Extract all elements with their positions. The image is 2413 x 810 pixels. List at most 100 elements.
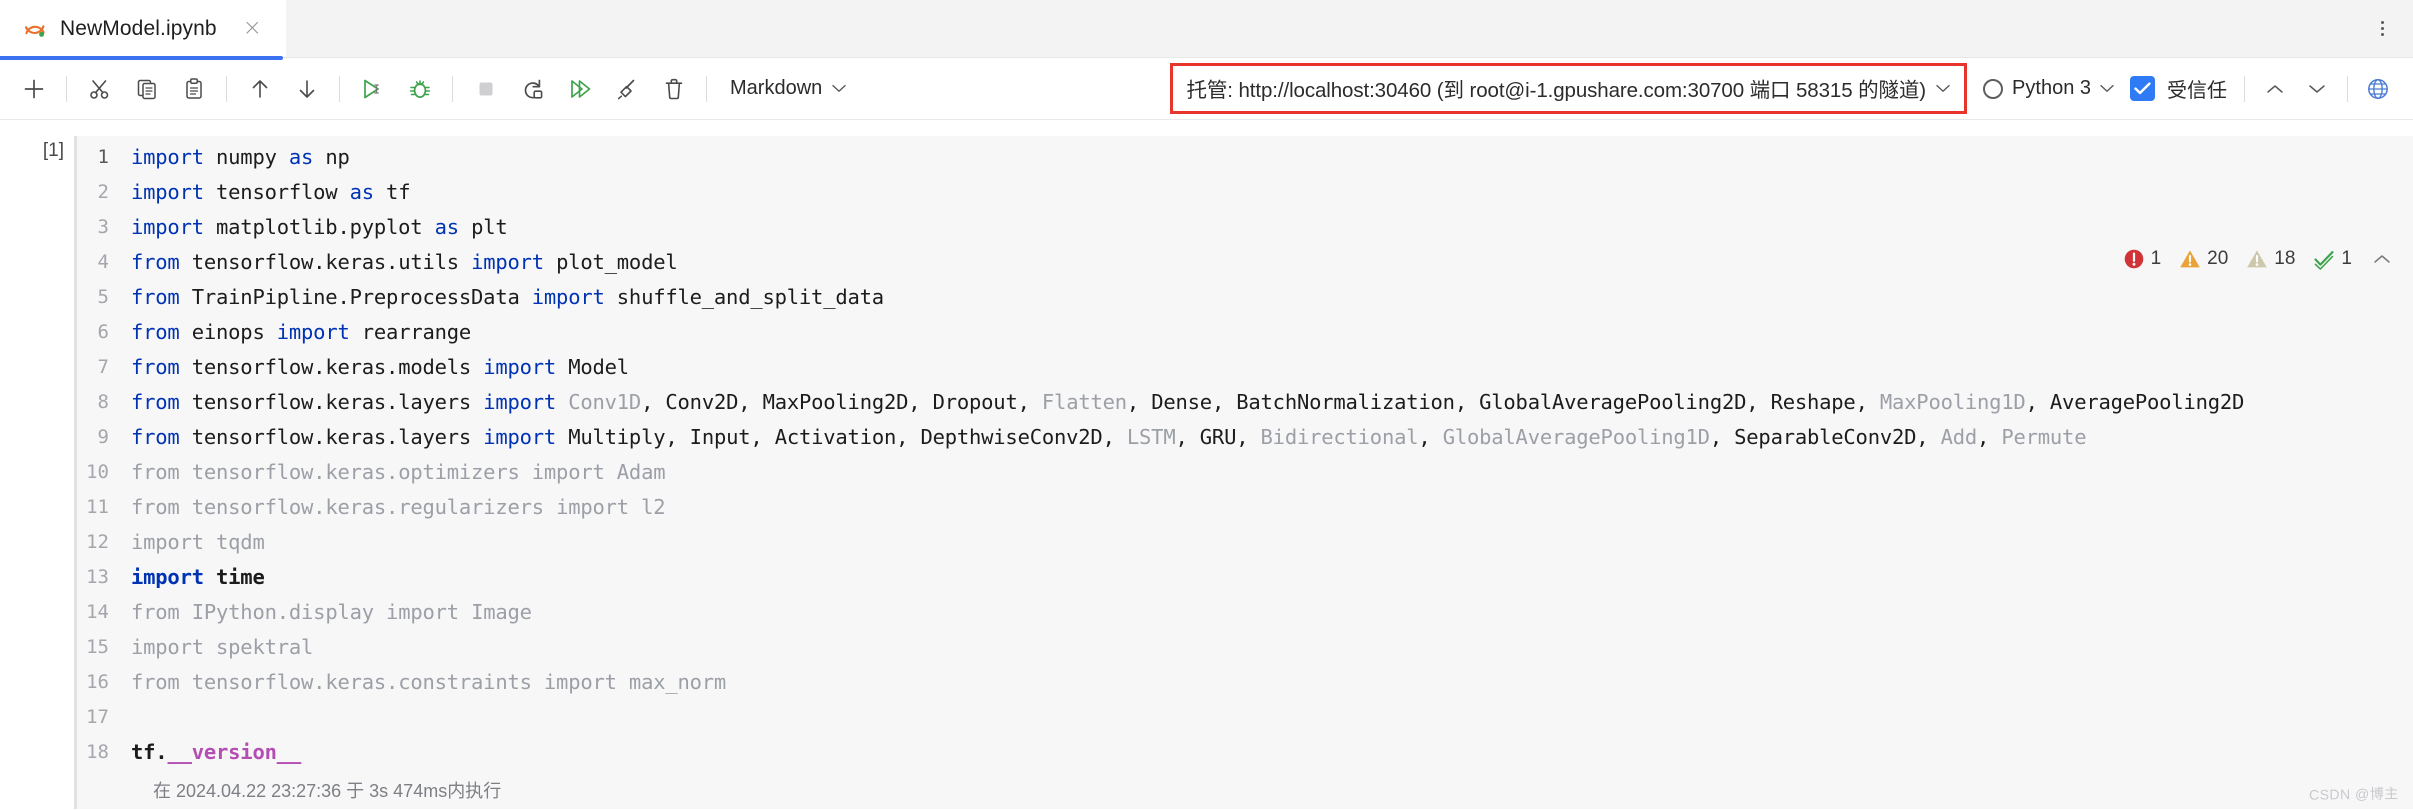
line-number: 3 xyxy=(97,216,109,238)
restart-kernel-button[interactable] xyxy=(509,68,556,110)
notebook-cell[interactable]: [1] 1 import numpy as np 2 import tensorflo… xyxy=(0,120,2413,810)
scissors-icon xyxy=(89,79,108,99)
code-line[interactable]: 10 from tensorflow.keras.optimizers impor… xyxy=(77,455,2413,490)
line-text: from tensorflow.keras.layers import Mult… xyxy=(131,425,2087,449)
plus-icon xyxy=(24,79,43,98)
tab-bar-empty-space xyxy=(285,0,2365,57)
arrow-down-icon xyxy=(299,79,314,98)
toolbar-separator xyxy=(66,75,67,102)
server-url-box[interactable]: 托管: http://localhost:30460 (到 root@i-1.g… xyxy=(1169,63,1968,114)
problems-summary: 1 20 18 1 xyxy=(2114,240,2403,278)
toolbar-separator xyxy=(2347,75,2348,102)
trusted-toggle[interactable]: 受信任 xyxy=(2122,69,2235,108)
line-number: 17 xyxy=(86,706,109,728)
code-line[interactable]: 4 from tensorflow.keras.utils import plot… xyxy=(77,245,2413,280)
line-number: 8 xyxy=(97,391,109,413)
toolbar-separator xyxy=(339,75,340,102)
error-icon xyxy=(2124,249,2143,269)
line-text: from einops import rearrange xyxy=(131,320,472,344)
move-cell-down-button[interactable] xyxy=(283,68,330,110)
code-line[interactable]: 18 tf.__version__ xyxy=(77,735,2413,770)
code-editor[interactable]: 1 import numpy as np 2 import tensorflow as… xyxy=(74,136,2413,772)
code-line[interactable]: 1 import numpy as np xyxy=(77,140,2413,175)
run-cell-button[interactable] xyxy=(349,68,396,110)
code-line[interactable]: 8 from tensorflow.keras.layers import Con… xyxy=(77,385,2413,420)
active-tab-indicator xyxy=(0,56,283,60)
line-number: 10 xyxy=(86,461,109,483)
interrupt-button[interactable] xyxy=(462,68,509,110)
trash-icon xyxy=(665,78,682,99)
line-number: 14 xyxy=(86,601,109,623)
cell-type-dropdown[interactable]: Markdown xyxy=(716,71,858,106)
code-line[interactable]: 12 import tqdm xyxy=(77,525,2413,560)
code-line[interactable]: 9 from tensorflow.keras.layers import Mul… xyxy=(77,420,2413,455)
code-line[interactable]: 11 from tensorflow.keras.regularizers imp… xyxy=(77,490,2413,525)
delete-cell-button[interactable] xyxy=(650,68,697,110)
error-count[interactable]: 1 xyxy=(2114,248,2171,270)
line-text: import tensorflow as tf xyxy=(131,180,411,204)
kernel-status-icon xyxy=(1983,78,2004,99)
notebook-editor: 1 20 18 1 [1] 1 import numpy as np 2 imp… xyxy=(0,120,2413,810)
line-text: from IPython.display import Image xyxy=(131,600,532,624)
editor-tab-newmodel[interactable]: NewModel.ipynb × xyxy=(0,0,286,57)
code-line[interactable]: 7 from tensorflow.keras.models import Mod… xyxy=(77,350,2413,385)
warning-count-label: 20 xyxy=(2207,248,2229,269)
code-line[interactable]: 14 from IPython.display import Image xyxy=(77,595,2413,630)
more-actions-icon[interactable] xyxy=(2365,12,2399,46)
code-line[interactable]: 13 import time xyxy=(77,560,2413,595)
collapse-down-button[interactable] xyxy=(2296,70,2338,108)
chevron-up-icon xyxy=(2267,84,2283,93)
line-text: from tensorflow.keras.constraints import… xyxy=(131,670,727,694)
cell-type-label: Markdown xyxy=(730,77,823,99)
close-icon[interactable]: × xyxy=(237,15,268,42)
debug-cell-button[interactable] xyxy=(396,68,443,110)
copy-cell-button[interactable] xyxy=(123,68,170,110)
tab-bar-actions xyxy=(2365,0,2413,57)
move-cell-up-button[interactable] xyxy=(236,68,283,110)
code-line[interactable]: 5 from TrainPipline.PreprocessData import… xyxy=(77,280,2413,315)
trusted-label: 受信任 xyxy=(2167,80,2227,102)
warning-count[interactable]: 20 xyxy=(2170,248,2237,270)
run-play-icon xyxy=(363,79,379,98)
kernel-label: Python 3 xyxy=(2012,77,2091,99)
line-text: from tensorflow.keras.layers import Conv… xyxy=(131,390,2245,414)
toolbar-separator xyxy=(452,75,453,102)
problems-collapse-up[interactable] xyxy=(2361,240,2403,278)
code-line[interactable]: 15 import spektral xyxy=(77,630,2413,665)
watermark: CSDN @博主 xyxy=(2309,785,2400,803)
run-all-button[interactable] xyxy=(556,68,603,110)
open-in-browser-button[interactable] xyxy=(2357,70,2399,108)
code-line[interactable]: 17 xyxy=(77,700,2413,735)
check-count-label: 1 xyxy=(2341,248,2352,269)
line-text: from TrainPipline.PreprocessData import … xyxy=(131,285,884,309)
cut-cell-button[interactable] xyxy=(76,68,123,110)
line-text: from tensorflow.keras.models import Mode… xyxy=(131,355,629,379)
line-text: import spektral xyxy=(131,635,314,659)
chevron-down-icon xyxy=(1936,84,1950,92)
clear-outputs-button[interactable] xyxy=(603,68,650,110)
collapse-up-button[interactable] xyxy=(2254,70,2296,108)
kernel-selector[interactable]: Python 3 xyxy=(1977,72,2122,105)
line-text: import tqdm xyxy=(131,530,265,554)
check-count[interactable]: 1 xyxy=(2304,248,2361,270)
paste-cell-button[interactable] xyxy=(170,68,217,110)
line-number: 6 xyxy=(97,321,109,343)
line-text: import numpy as np xyxy=(131,145,350,169)
code-line[interactable]: 16 from tensorflow.keras.constraints impo… xyxy=(77,665,2413,700)
add-cell-button[interactable] xyxy=(10,68,57,110)
clipboard-icon xyxy=(185,77,202,99)
code-line[interactable]: 6 from einops import rearrange xyxy=(77,315,2413,350)
execution-count: [1] xyxy=(42,140,64,161)
line-number: 13 xyxy=(86,566,109,588)
checkbox-checked-icon xyxy=(2130,76,2155,101)
line-number: 18 xyxy=(86,741,109,763)
debug-bug-icon xyxy=(409,79,430,98)
arrow-up-icon xyxy=(252,79,267,98)
line-number: 4 xyxy=(97,251,109,273)
info-count[interactable]: 18 xyxy=(2237,248,2304,270)
line-number: 1 xyxy=(97,146,109,168)
code-line[interactable]: 3 import matplotlib.pyplot as plt xyxy=(77,210,2413,245)
line-text: from tensorflow.keras.optimizers import … xyxy=(131,460,666,484)
line-text: from tensorflow.keras.utils import plot_… xyxy=(131,250,678,274)
code-line[interactable]: 2 import tensorflow as tf xyxy=(77,175,2413,210)
